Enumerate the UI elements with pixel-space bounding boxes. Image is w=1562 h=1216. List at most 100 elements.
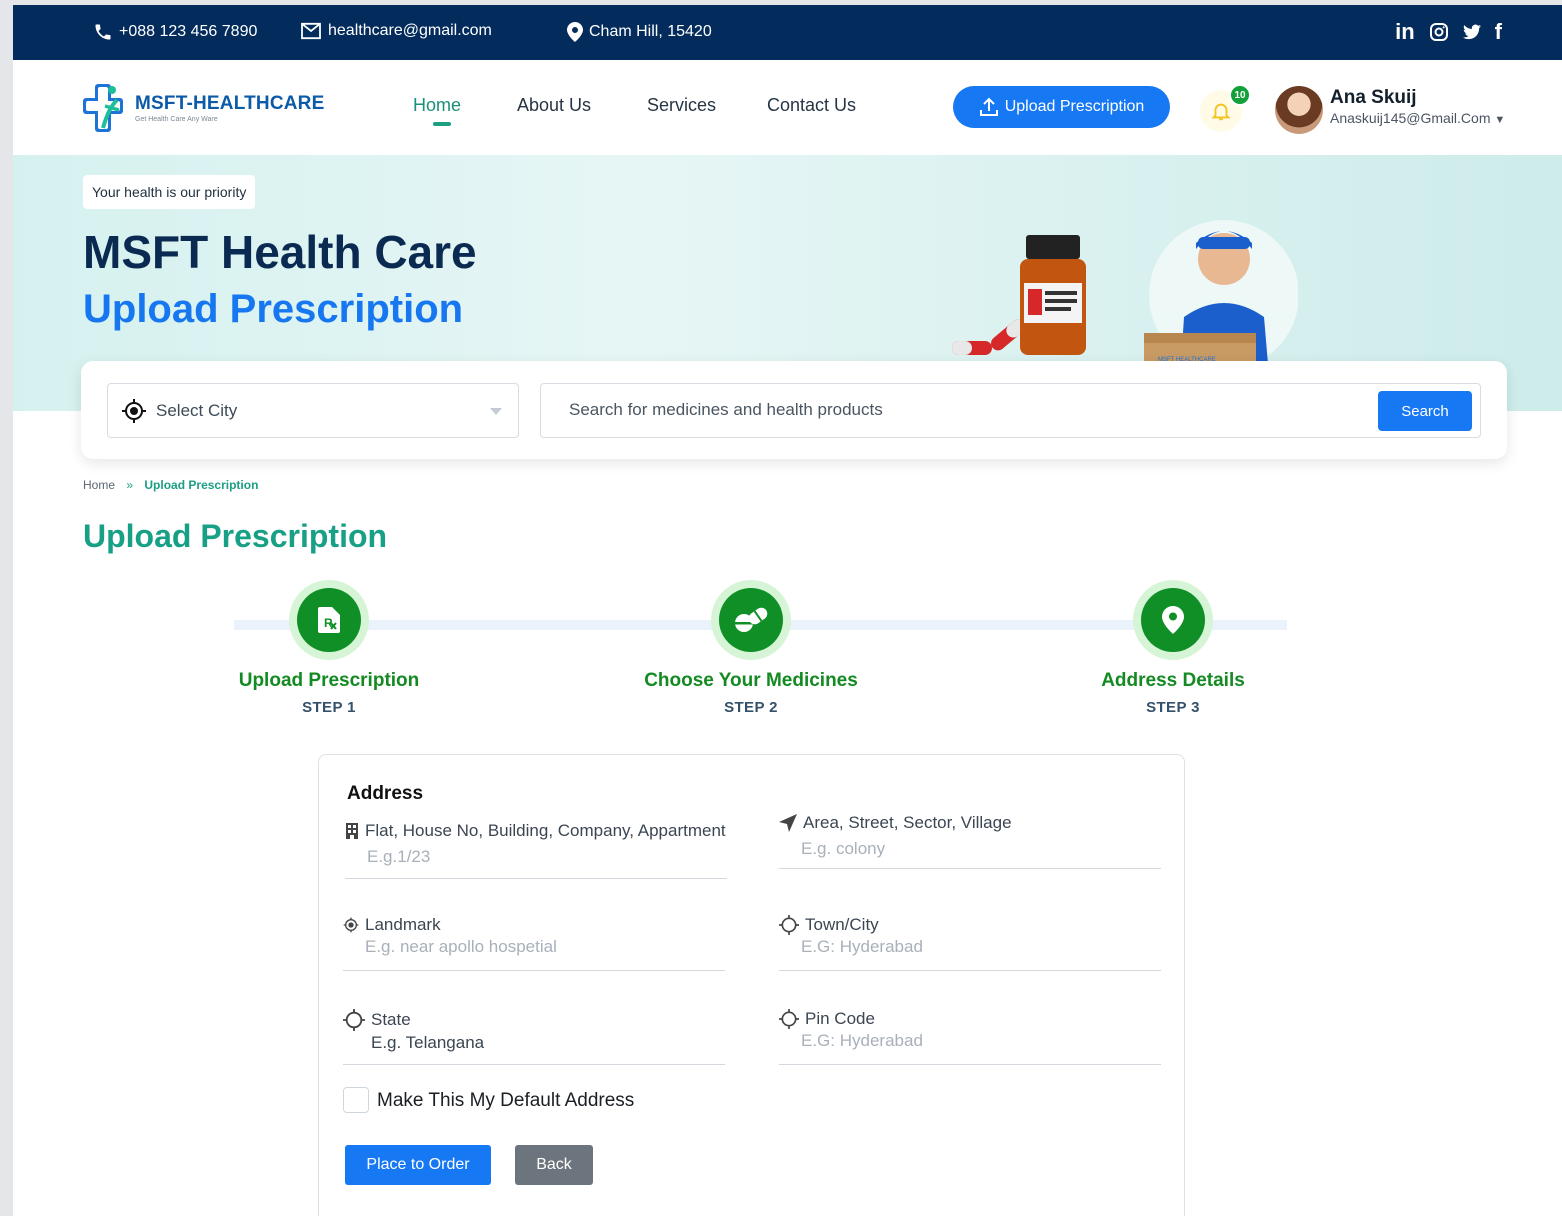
- brand-logo[interactable]: MSFT-HEALTHCARE Get Health Care Any Ware: [81, 80, 324, 136]
- map-pin-icon: [567, 22, 583, 42]
- pincode-field: Pin Code: [779, 1009, 1161, 1065]
- nav-about-us[interactable]: About Us: [517, 95, 591, 116]
- step-3[interactable]: Address Details STEP 3: [1053, 580, 1293, 716]
- hero-subtitle: Upload Prescription: [83, 287, 464, 331]
- flat-label-row: Flat, House No, Building, Company, Appar…: [345, 821, 727, 841]
- email-contact[interactable]: healthcare@gmail.com: [300, 22, 492, 40]
- twitter-icon[interactable]: [1462, 24, 1481, 40]
- target-icon: [343, 917, 359, 933]
- brand-tagline: Get Health Care Any Ware: [135, 116, 218, 123]
- phone-contact[interactable]: +088 123 456 7890: [93, 22, 257, 42]
- email-address: healthcare@gmail.com: [328, 22, 492, 39]
- city-select-placeholder: Select City: [156, 400, 238, 420]
- page: +088 123 456 7890 healthcare@gmail.com C…: [13, 5, 1562, 1216]
- crosshair-icon: [779, 915, 799, 935]
- nav-home[interactable]: Home: [413, 95, 461, 116]
- active-nav-indicator: [433, 122, 451, 126]
- step-1[interactable]: R Upload Prescription STEP 1: [209, 580, 449, 716]
- hero-title: MSFT Health Care: [83, 226, 477, 278]
- breadcrumb: Home » Upload Prescription: [83, 478, 258, 492]
- main-navigation: MSFT-HEALTHCARE Get Health Care Any Ware…: [13, 60, 1562, 155]
- step-2-number: STEP 2: [724, 699, 778, 716]
- search-panel: Select City Search: [81, 361, 1507, 459]
- chevron-down-icon: [490, 408, 502, 415]
- flat-label: Flat, House No, Building, Company, Appar…: [365, 821, 726, 840]
- pincode-label-row: Pin Code: [779, 1009, 1161, 1029]
- area-label-row: Area, Street, Sector, Village: [779, 813, 1161, 833]
- area-field: Area, Street, Sector, Village: [779, 813, 1161, 869]
- mail-icon: [301, 22, 321, 40]
- state-field: State: [343, 1009, 725, 1065]
- state-label-row: State: [343, 1009, 725, 1031]
- bell-icon: [1211, 103, 1231, 121]
- upload-icon: [979, 97, 998, 116]
- breadcrumb-current: Upload Prescription: [144, 478, 259, 492]
- navigation-arrow-icon: [779, 814, 797, 832]
- location-contact[interactable]: Cham Hill, 15420: [567, 22, 712, 42]
- facebook-icon[interactable]: f: [1495, 19, 1502, 45]
- social-links: in f: [1395, 19, 1502, 45]
- instagram-icon[interactable]: [1429, 22, 1449, 42]
- brand-name: MSFT-HEALTHCARE: [135, 93, 325, 114]
- phone-number: +088 123 456 7890: [119, 23, 258, 40]
- building-icon: [346, 823, 358, 839]
- landmark-field: Landmark: [343, 915, 725, 971]
- prescription-icon: R: [318, 607, 340, 633]
- user-name[interactable]: Ana Skuij: [1330, 87, 1417, 109]
- landmark-label: Landmark: [365, 915, 441, 934]
- crosshair-icon: [779, 1009, 799, 1029]
- crosshair-icon: [343, 1009, 365, 1031]
- default-address-checkbox[interactable]: [343, 1087, 369, 1113]
- step-1-ring: R: [289, 580, 369, 660]
- city-select[interactable]: Select City: [107, 383, 519, 438]
- nav-services[interactable]: Services: [647, 95, 716, 116]
- breadcrumb-home[interactable]: Home: [83, 478, 115, 492]
- default-address-label[interactable]: Make This My Default Address: [377, 1090, 634, 1112]
- user-email-text: Anaskuij145@Gmail.Com: [1330, 110, 1491, 126]
- upload-prescription-button[interactable]: Upload Prescription: [953, 86, 1170, 128]
- step-2[interactable]: Choose Your Medicines STEP 2: [631, 580, 871, 716]
- logo-mark-icon: [83, 84, 123, 132]
- town-input[interactable]: [801, 937, 1141, 957]
- area-input[interactable]: [801, 839, 1141, 859]
- search-input[interactable]: [569, 400, 1349, 420]
- step-1-number: STEP 1: [302, 699, 356, 716]
- back-button[interactable]: Back: [515, 1145, 593, 1185]
- flat-input[interactable]: [367, 847, 707, 867]
- pills-icon: [735, 607, 768, 632]
- phone-icon: [95, 24, 111, 40]
- step-1-label: Upload Prescription: [238, 670, 420, 691]
- town-label: Town/City: [805, 915, 879, 934]
- pincode-input[interactable]: [801, 1031, 1141, 1051]
- step-3-label: Address Details: [1101, 670, 1245, 691]
- nav-contact-us[interactable]: Contact Us: [767, 95, 856, 116]
- step-3-dot: [1141, 588, 1205, 652]
- user-email[interactable]: Anaskuij145@Gmail.Com ▼: [1330, 110, 1505, 126]
- step-3-number: STEP 3: [1146, 699, 1200, 716]
- chevron-down-icon[interactable]: ▼: [1494, 114, 1505, 126]
- avatar[interactable]: [1275, 86, 1323, 134]
- medicine-bottle-icon: [1020, 235, 1086, 355]
- flat-field: Flat, House No, Building, Company, Appar…: [345, 821, 727, 879]
- town-field: Town/City: [779, 915, 1161, 971]
- step-2-label: Choose Your Medicines: [644, 670, 858, 691]
- landmark-input[interactable]: [365, 937, 705, 957]
- upload-button-label: Upload Prescription: [1004, 98, 1145, 115]
- page-title: Upload Prescription: [83, 518, 388, 554]
- address-form: Address Flat, House No, Building, Compan…: [318, 754, 1185, 1216]
- location-text: Cham Hill, 15420: [589, 23, 712, 40]
- form-heading: Address: [347, 783, 424, 804]
- area-label: Area, Street, Sector, Village: [803, 813, 1012, 832]
- target-icon: [122, 398, 146, 423]
- town-label-row: Town/City: [779, 915, 1161, 935]
- capsule-icon: [952, 319, 1025, 355]
- notification-badge: 10: [1229, 84, 1251, 106]
- state-label: State: [371, 1010, 411, 1029]
- top-contact-bar: +088 123 456 7890 healthcare@gmail.com C…: [13, 5, 1562, 60]
- place-order-button[interactable]: Place to Order: [345, 1145, 491, 1185]
- state-input[interactable]: [371, 1033, 711, 1053]
- pincode-label: Pin Code: [805, 1009, 875, 1028]
- linkedin-icon[interactable]: in: [1395, 19, 1415, 45]
- search-box: Search: [540, 383, 1481, 438]
- search-button[interactable]: Search: [1378, 391, 1472, 431]
